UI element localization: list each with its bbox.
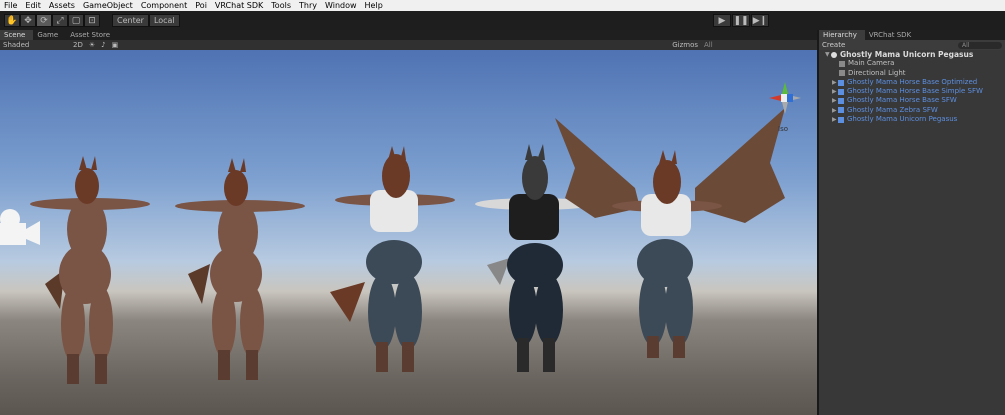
scene-panel: Scene Game Asset Store Shaded 2D ☀ ♪ ▣ G… [0,30,817,415]
prefab-icon [838,116,844,123]
hierarchy-tabs: Hierarchy VRChat SDK [819,30,1005,40]
tab-game[interactable]: Game [33,30,66,40]
orientation-gizmo-icon[interactable] [765,78,805,118]
hierarchy-item-label: Directional Light [848,68,906,77]
transform-tools: ✋ ✥ ⟳ ⤢ ▢ ⊡ [4,14,100,27]
prefab-icon [838,98,844,105]
hierarchy-item[interactable]: ▶ Ghostly Mama Unicorn Pegasus [819,115,1005,124]
pivot-local-label: Local [153,16,175,25]
scene-toolbar: Shaded 2D ☀ ♪ ▣ Gizmos All [0,40,817,50]
step-icon[interactable]: ▶❙ [751,14,769,27]
audio-toggle-icon[interactable]: ♪ [98,41,108,49]
menu-component[interactable]: Component [137,0,191,11]
hierarchy-item[interactable]: ▶ Ghostly Mama Zebra SFW [819,106,1005,115]
hierarchy-item-label: Ghostly Mama Horse Base Optimized [847,77,978,86]
tab-vrchat-sdk[interactable]: VRChat SDK [865,30,919,40]
hierarchy-item[interactable]: ▶ Ghostly Mama Horse Base SFW [819,96,1005,105]
pause-icon[interactable]: ❚❚ [732,14,750,27]
tab-scene[interactable]: Scene [0,30,34,40]
scale-tool-icon[interactable]: ⤢ [52,14,68,27]
rotate-tool-icon[interactable]: ⟳ [36,14,52,27]
create-dropdown[interactable]: Create [822,41,845,49]
unity-scene-icon [831,51,837,58]
hierarchy-item[interactable]: Directional Light [819,69,1005,78]
playback-controls: ▶ ❚❚ ▶❙ [713,14,770,27]
hierarchy-panel: Hierarchy VRChat SDK Create All ▼ Ghostl… [817,30,1005,415]
pivot-center-button[interactable]: Center [112,14,149,27]
hierarchy-item-label: Ghostly Mama Unicorn Pegasus [847,115,958,124]
prefab-icon [838,107,844,114]
hierarchy-item-label: Ghostly Mama Horse Base SFW [847,96,957,105]
prefab-icon [838,79,844,86]
scene-root-label: Ghostly Mama Unicorn Pegasus [840,50,974,59]
gizmos-dropdown[interactable]: Gizmos [669,41,701,49]
menu-bar: File Edit Assets GameObject Component Po… [0,0,1005,11]
menu-assets[interactable]: Assets [45,0,79,11]
pivot-local-button[interactable]: Local [148,14,180,27]
transform-tool-icon[interactable]: ⊡ [84,14,100,27]
avatar-horse-base-sfw[interactable] [320,142,480,387]
move-tool-icon[interactable]: ✥ [20,14,36,27]
menu-edit[interactable]: Edit [21,0,45,11]
hierarchy-item[interactable]: ▶ Ghostly Mama Horse Base Simple SFW [819,87,1005,96]
hierarchy-scene-root[interactable]: ▼ Ghostly Mama Unicorn Pegasus [819,50,1005,59]
pivot-center-label: Center [117,16,144,25]
hierarchy-item-label: Main Camera [848,59,895,68]
menu-vrchat-sdk[interactable]: VRChat SDK [211,0,267,11]
menu-help[interactable]: Help [361,0,387,11]
mode-2d-toggle[interactable]: 2D [70,41,86,49]
menu-gameobject[interactable]: GameObject [79,0,137,11]
hierarchy-item-label: Ghostly Mama Zebra SFW [847,105,938,114]
menu-window[interactable]: Window [321,0,361,11]
menu-tools[interactable]: Tools [267,0,295,11]
pivot-controls: Center Local [112,14,180,27]
projection-label[interactable]: Iso [778,125,788,133]
gameobject-icon [839,70,845,77]
avatar-horse-base-simple-sfw[interactable] [160,144,330,394]
scene-search-input[interactable]: All [701,41,817,49]
hand-tool-icon[interactable]: ✋ [4,14,20,27]
hierarchy-item-label: Ghostly Mama Horse Base Simple SFW [847,87,983,96]
hierarchy-search-input[interactable]: All [958,41,1002,49]
hierarchy-item[interactable]: ▶ Ghostly Mama Horse Base Optimized [819,78,1005,87]
shading-mode-dropdown[interactable]: Shaded [0,41,70,49]
avatar-unicorn-pegasus[interactable] [545,108,795,358]
menu-thry[interactable]: Thry [295,0,321,11]
toolbar: ✋ ✥ ⟳ ⤢ ▢ ⊡ Center Local ▶ ❚❚ ▶❙ [0,11,1005,30]
play-icon[interactable]: ▶ [713,14,731,27]
rect-tool-icon[interactable]: ▢ [68,14,84,27]
hierarchy-toolbar: Create All [819,40,1005,50]
tab-asset-store[interactable]: Asset Store [66,30,118,40]
scene-tabs: Scene Game Asset Store [0,30,817,40]
menu-poi[interactable]: Poi [191,0,211,11]
tab-hierarchy[interactable]: Hierarchy [819,30,865,40]
effects-toggle-icon[interactable]: ▣ [109,41,122,49]
scene-viewport[interactable]: Iso [0,50,817,415]
menu-file[interactable]: File [0,0,21,11]
prefab-icon [838,88,844,95]
gameobject-icon [839,60,845,67]
lighting-toggle-icon[interactable]: ☀ [86,41,98,49]
hierarchy-item[interactable]: Main Camera [819,59,1005,68]
